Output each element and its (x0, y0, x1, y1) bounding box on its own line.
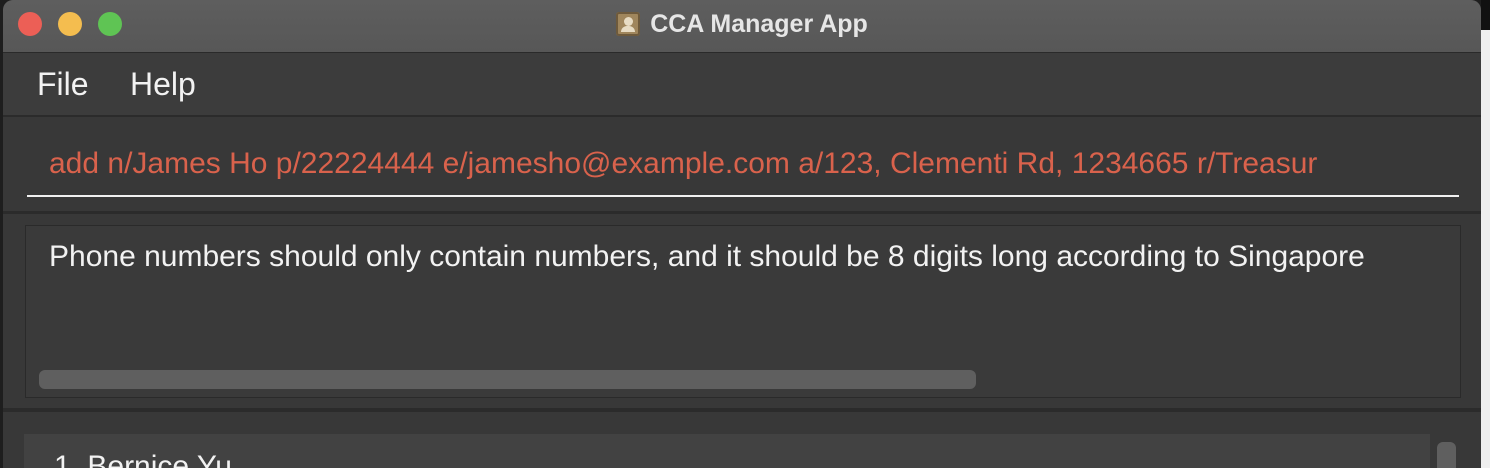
background-strip (1481, 0, 1490, 468)
list-item-name: Bernice Yu (87, 450, 232, 468)
result-panel: Phone numbers should only contain number… (3, 214, 1481, 412)
command-input[interactable]: add n/James Ho p/22224444 e/jamesho@exam… (27, 131, 1459, 197)
menu-bar: File Help (3, 53, 1481, 117)
result-display: Phone numbers should only contain number… (25, 225, 1461, 398)
horizontal-scrollbar[interactable] (39, 370, 976, 389)
menu-help[interactable]: Help (130, 66, 196, 103)
result-message: Phone numbers should only contain number… (49, 240, 1365, 273)
contacts-book-icon (616, 12, 641, 36)
vertical-scrollbar[interactable] (1437, 442, 1456, 468)
list-item-label: 1. Bernice Yu (54, 450, 232, 468)
window-title-group: CCA Manager App (3, 8, 1481, 40)
list-item[interactable]: 1. Bernice Yu (24, 434, 1430, 468)
window-title: CCA Manager App (650, 9, 868, 38)
title-bar[interactable]: CCA Manager App (3, 0, 1481, 53)
person-list-panel: 1. Bernice Yu (3, 412, 1481, 468)
app-window: CCA Manager App File Help add n/James Ho… (3, 0, 1481, 468)
background-strip-top (1481, 0, 1490, 30)
list-item-index: 1. (54, 450, 80, 468)
command-box: add n/James Ho p/22224444 e/jamesho@exam… (3, 117, 1481, 214)
menu-file[interactable]: File (37, 66, 89, 103)
